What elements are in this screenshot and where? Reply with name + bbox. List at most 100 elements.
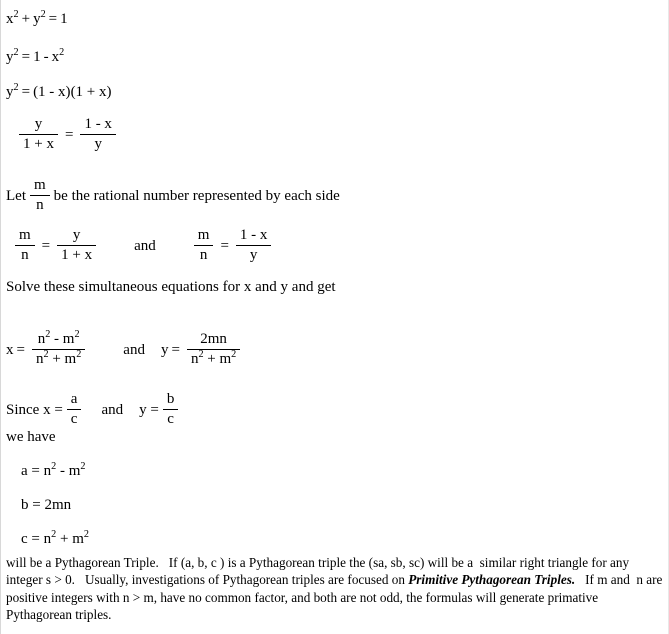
solve-instruction: Solve these simultaneous equations for x… [6,279,336,295]
solution-y-equals: = [171,342,180,359]
fraction-numerator: n2 - m2 [31,328,86,350]
den-op: + [207,350,216,367]
eq-y2-rhs-exp: 2 [59,47,65,58]
fraction-m-over-n: m n [193,227,214,265]
fraction-denominator: n2 + m2 [187,348,240,368]
formula-a-exp1: 2 [51,461,57,472]
let-suffix: be the rational number represented by ea… [53,188,340,205]
formula-c-lhs: c = [21,531,40,548]
solution-y-label: y [160,342,169,359]
formula-c-exp2: 2 [83,529,89,540]
fraction-1mx-over-y: 1 - x y [80,116,116,154]
fraction-numerator: 2mn [186,331,241,350]
since-y-label: y = [139,402,159,419]
fraction-denominator: c [70,410,78,427]
eq-y2-minus: - [43,49,49,66]
formula-a-exp2: 2 [80,461,86,472]
fraction-denominator: y [249,246,258,263]
fraction-y-solution: 2mn n2 + m2 [186,331,241,369]
formula-c-base1: n [43,531,52,547]
simul-second-equals: = [220,238,229,255]
fraction-numerator: m [15,227,35,246]
fraction-numerator: 1 - x [80,116,116,135]
solution-x-label: x [6,342,14,359]
num-base2: m [62,330,75,347]
formula-a-base1: n [43,463,52,479]
den-exp2: 2 [231,348,237,360]
since-prefix: Since x = [6,402,63,419]
formula-a-lhs: a = [21,463,40,480]
eq-circle-result: 1 [60,11,68,28]
eq-fact-factor1: (1 - x) [33,84,71,101]
simul-first-equals: = [41,238,51,255]
fraction-y-over-1px: y 1 + x [19,116,58,154]
fraction-denominator: c [167,410,174,427]
since-line: Since x = a c and y = b c [6,391,182,430]
formula-c: c = n2 + m2 [21,529,89,548]
formula-c-exp1: 2 [51,529,57,540]
eq-y2-one: 1 [33,49,41,66]
eq-fact-equals: = [21,84,31,101]
formula-b-lhs: b = [21,497,41,514]
solution-x-equals: = [16,342,25,359]
equation-factored: y2 = (1 - x)(1 + x) [6,82,112,101]
formula-b-value: 2mn [44,497,72,513]
eq-circle-rhs-base: y [33,11,41,28]
closing-emphasis: Primitive Pythagorean Triples. [408,572,576,588]
eq-circle-lhs-base: x [6,11,14,28]
equation-circle: x2 + y2 = 1 [6,9,68,28]
fraction-b-over-c: b c [162,391,179,429]
formula-b: b = 2mn [21,498,71,513]
fraction-y-over-1px: y 1 + x [57,227,97,265]
formula-a-op: - [59,463,65,479]
let-rational-line: Let m n be the rational number represent… [6,177,340,216]
formula-c-base2: m [72,531,84,547]
we-have-text: we have [6,429,56,445]
cross-ratio-equals: = [64,127,74,144]
closing-part3: Usually, investigations of Pythagorean t… [84,572,409,588]
fraction-denominator: 1 + x [61,246,93,263]
den-exp1: 2 [198,348,204,360]
formula-a: a = n2 - m2 [21,461,86,480]
closing-part1: will be a Pythagorean Triple. [6,555,159,570]
eq-fact-factor2: (1 + x) [70,84,112,101]
fraction-a-over-c: a c [66,391,82,429]
num-exp2: 2 [74,328,80,340]
formula-c-op: + [59,531,69,547]
fraction-numerator: m [30,177,50,196]
fraction-denominator: y [94,135,102,152]
num-exp1: 2 [45,328,51,340]
fraction-1mx-over-y: 1 - x y [235,227,272,265]
equation-cross-ratio: y 1 + x = 1 - x y [15,116,120,155]
eq-fact-lhs-base: y [6,84,14,101]
equation-solve-y2: y2 = 1- x2 [6,47,65,66]
eq-y2-equals: = [21,49,31,66]
let-prefix: Let [6,188,26,205]
eq-y2-lhs-base: y [6,49,14,66]
closing-paragraph: will be a Pythagorean Triple. If (a, b, c… [6,554,666,624]
fraction-m-over-n: m n [15,227,35,265]
fraction-m-over-n: m n [30,177,50,215]
formula-a-base2: m [68,463,81,479]
fraction-numerator: y [19,116,58,135]
eq-y2-rhs-base: x [51,49,60,66]
den-base2: m [219,350,232,367]
solutions-conjunction: and [123,342,145,359]
fraction-x-solution: n2 - m2 n2 + m2 [31,328,86,369]
fraction-denominator: n [36,196,44,213]
fraction-numerator: m [193,227,214,246]
eq-circle-plus: + [21,11,31,28]
fraction-denominator: 1 + x [23,135,54,152]
fraction-denominator: n [199,246,208,263]
num-op: - [54,330,60,347]
simultaneous-equations: m n = y 1 + x and m n = 1 - x y [11,227,275,266]
solutions-line: x = n2 - m2 n2 + m2 and y = 2mn n2 + m2 [6,328,244,370]
fraction-denominator: n2 + m2 [32,348,85,368]
den-base2: m [64,350,77,367]
den-op: + [52,350,61,367]
eq-circle-equals: = [48,11,58,28]
fraction-numerator: a [66,391,82,410]
den-exp1: 2 [43,348,49,360]
fraction-numerator: b [162,391,179,410]
fraction-denominator: n [21,246,29,263]
